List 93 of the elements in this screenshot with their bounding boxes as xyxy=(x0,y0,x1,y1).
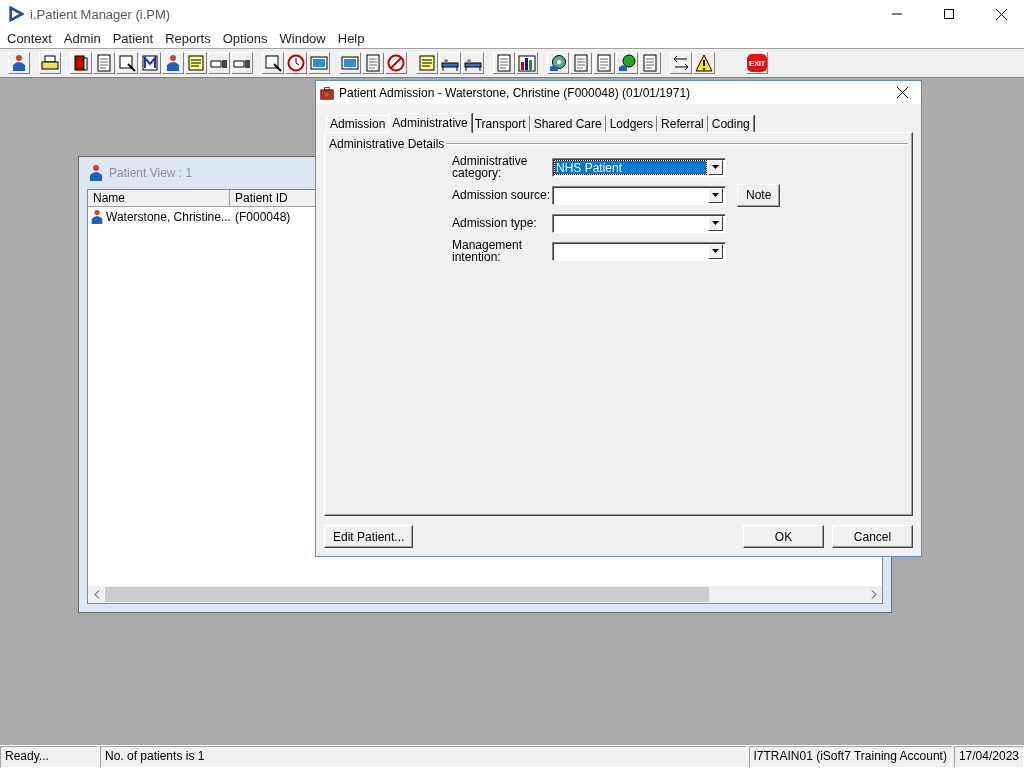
magnifier-icon xyxy=(264,54,282,72)
app-title: i.Patient Manager (i.PM) xyxy=(30,6,172,22)
document-icon xyxy=(95,54,113,72)
toolbar-button[interactable] xyxy=(285,52,307,74)
column-header[interactable]: Name xyxy=(88,190,230,207)
scroll-thumb[interactable] xyxy=(105,587,709,602)
person-icon xyxy=(10,54,28,72)
menu-item[interactable]: Context xyxy=(1,30,58,46)
menu-item[interactable]: Window xyxy=(273,30,332,46)
note-button[interactable]: Note xyxy=(737,183,781,207)
exit-button[interactable]: EXIT xyxy=(746,52,768,74)
arrows-icon xyxy=(672,54,690,72)
tab[interactable]: Coding xyxy=(707,115,754,132)
toolbar-button[interactable] xyxy=(439,52,461,74)
tab[interactable]: Referral xyxy=(657,115,708,132)
toolbar-button[interactable] xyxy=(262,52,284,74)
dropdown-field[interactable] xyxy=(552,213,726,233)
close-icon xyxy=(995,8,1007,20)
toolbar-button[interactable] xyxy=(70,52,92,74)
toolbar-button[interactable] xyxy=(116,52,138,74)
globe-icon xyxy=(618,54,636,72)
dropdown-field[interactable] xyxy=(552,241,726,261)
tab[interactable]: Transport xyxy=(470,115,530,132)
magnifier-icon xyxy=(118,54,136,72)
dropdown-arrow-icon[interactable] xyxy=(712,249,719,253)
field-label: Admission source: xyxy=(452,189,552,201)
warning-icon xyxy=(695,54,713,72)
status-text: No. of patients is 1 xyxy=(100,746,747,768)
patient-name[interactable]: Waterstone, Christine... xyxy=(106,209,231,224)
toolbar-button[interactable] xyxy=(547,52,569,74)
toolbar-button[interactable] xyxy=(616,52,638,74)
note-icon xyxy=(187,54,205,72)
cancel-button[interactable]: Cancel xyxy=(832,525,913,548)
document-icon xyxy=(495,54,513,72)
toolbar-button[interactable] xyxy=(139,52,161,74)
maximize-icon xyxy=(944,9,954,19)
no-entry-icon xyxy=(387,54,405,72)
document-icon xyxy=(364,54,382,72)
field-label: Admission type: xyxy=(452,217,538,229)
scroll-right-icon[interactable] xyxy=(870,590,877,599)
person-icon xyxy=(87,164,105,182)
document-icon xyxy=(641,54,659,72)
field-label: Administrative category: xyxy=(452,155,529,179)
status-text: Ready... xyxy=(0,746,98,768)
bar-chart-icon xyxy=(518,54,536,72)
toolbar-button[interactable] xyxy=(8,52,30,74)
menu-item[interactable]: Help xyxy=(331,30,371,46)
tab[interactable]: Administrative xyxy=(388,113,472,133)
horizontal-scrollbar[interactable] xyxy=(88,586,882,603)
tab[interactable]: Shared Care xyxy=(529,115,606,132)
app-logo-icon xyxy=(8,6,24,22)
close-icon xyxy=(896,87,908,98)
clock-icon xyxy=(287,54,305,72)
ok-button[interactable]: OK xyxy=(743,525,824,548)
window-title: Patient View : 1 xyxy=(109,166,193,180)
printer-icon xyxy=(41,54,59,72)
toolbar-button[interactable] xyxy=(462,52,484,74)
tab[interactable]: Admission xyxy=(326,115,390,132)
suitcase-icon xyxy=(320,85,334,100)
status-text: 17/04/2023 xyxy=(953,746,1024,768)
dialog-title: Patient Admission - Waterstone, Christine (F000048) (01/01/1971) xyxy=(339,85,692,100)
book-icon xyxy=(72,54,90,72)
disc-icon xyxy=(549,54,567,72)
edit-patient-button[interactable]: Edit Patient... xyxy=(324,525,414,548)
field-label: Management intention: xyxy=(452,239,524,263)
table-cell-text: (F000048) xyxy=(234,209,292,224)
menu-item[interactable]: Options xyxy=(216,30,274,46)
menu-item[interactable]: Admin xyxy=(57,30,107,46)
dropdown-field[interactable]: NHS Patient xyxy=(552,157,726,177)
tab[interactable]: Lodgers xyxy=(605,115,658,132)
toolbar-button[interactable] xyxy=(385,52,407,74)
toolbar-button[interactable] xyxy=(162,52,184,74)
scroll-left-icon[interactable] xyxy=(93,590,100,599)
group-label: Administrative Details xyxy=(329,137,445,151)
status-text: I7TRAIN01 (iSoft7 Training Account) xyxy=(748,746,952,768)
dropdown-arrow-icon[interactable] xyxy=(712,221,719,225)
toolbar-button[interactable] xyxy=(39,52,61,74)
toolbar-button[interactable] xyxy=(670,52,692,74)
dropdown-field[interactable] xyxy=(552,185,726,205)
person-icon xyxy=(164,54,182,72)
monitor-icon xyxy=(341,54,359,72)
toolbar-button[interactable] xyxy=(516,52,538,74)
menu-item[interactable]: Patient xyxy=(106,30,160,46)
monitor-icon xyxy=(310,54,328,72)
toolbar-button[interactable] xyxy=(693,52,715,74)
menu-item[interactable]: Reports xyxy=(159,30,217,46)
letter-m-icon xyxy=(141,54,159,72)
document-icon xyxy=(572,54,590,72)
dropdown-arrow-icon[interactable] xyxy=(712,165,719,169)
person-icon xyxy=(89,208,105,225)
document-icon xyxy=(595,54,613,72)
note-icon xyxy=(418,54,436,72)
dropdown-arrow-icon[interactable] xyxy=(712,193,719,197)
